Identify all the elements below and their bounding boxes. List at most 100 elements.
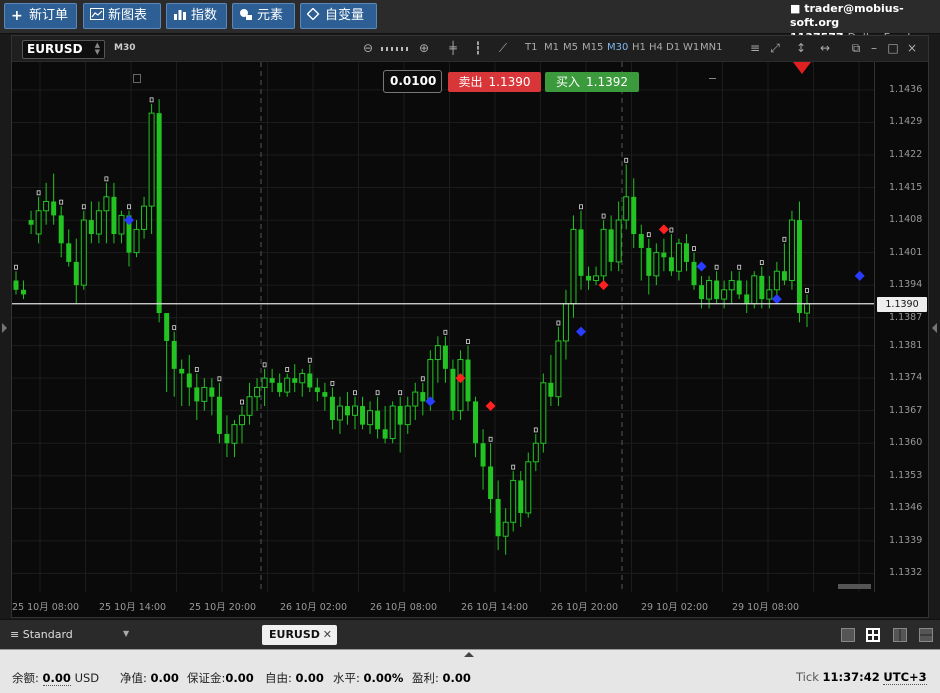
variables-button[interactable]: 自变量 xyxy=(300,3,377,29)
candle-body-bear xyxy=(179,368,185,374)
high-marker xyxy=(624,157,629,163)
high-marker xyxy=(262,362,267,368)
chart-properties-icon[interactable]: ≡ xyxy=(748,41,762,55)
candle-body-bull xyxy=(148,112,155,207)
free-margin: 自由: 0.00 xyxy=(265,671,324,685)
candle-body-bull xyxy=(788,219,795,282)
layout-columns-icon[interactable] xyxy=(893,628,907,642)
symbol-selector[interactable]: EURUSD ▲ ▼ xyxy=(22,40,105,59)
candle-body-bear xyxy=(88,220,94,235)
high-marker xyxy=(353,390,357,396)
main-toolbar: + 新订单 新图表 指数 元素 自变量 ■ trader@mobius-soft.… xyxy=(0,0,940,44)
candle-body-bull xyxy=(532,442,539,463)
timeframe-m30[interactable]: M30 xyxy=(607,42,628,53)
horizontal-line-icon[interactable]: ↔ xyxy=(818,41,832,55)
user-icon: ■ xyxy=(790,2,801,15)
zoom-slider[interactable] xyxy=(381,47,411,51)
trendline-icon[interactable]: ⤢ xyxy=(768,41,782,55)
candle-body-bull xyxy=(766,289,773,300)
candle-body-bear xyxy=(759,275,765,300)
timeframe-h4[interactable]: H4 xyxy=(649,42,663,53)
candle-body-bear xyxy=(744,294,750,304)
time-tick: 26 10月 14:00 xyxy=(461,602,529,613)
candle-body-bear xyxy=(344,406,350,416)
buy-button[interactable]: 买入 1.1392 xyxy=(545,72,639,92)
time-tick: 26 10月 20:00 xyxy=(551,602,619,613)
right-panel-arrow-icon[interactable] xyxy=(932,323,937,333)
new-chart-button[interactable]: 新图表 xyxy=(83,3,161,29)
close-tab-icon[interactable]: ✕ xyxy=(323,625,332,645)
high-marker xyxy=(443,329,448,335)
time-axis[interactable]: 25 10月 08:00 25 10月 14:00 25 10月 20:00 26 1… xyxy=(12,592,928,618)
vertical-line-icon[interactable]: ↕ xyxy=(794,41,808,55)
candle-type-icon[interactable]: ┇ xyxy=(471,41,485,55)
chart-tab[interactable]: EURUSD ✕ xyxy=(262,625,337,645)
minimize-icon[interactable]: – xyxy=(867,41,881,55)
zoom-out-icon[interactable]: ⊖ xyxy=(361,41,375,55)
timeframe-h1[interactable]: H1 xyxy=(632,42,646,53)
candle-body-bull xyxy=(261,377,268,388)
layout-grid-icon[interactable] xyxy=(866,628,880,642)
price-plot[interactable] xyxy=(12,62,874,592)
candle-body-bull xyxy=(653,252,660,277)
timeframe-t1[interactable]: T1 xyxy=(525,42,537,53)
indicators-button[interactable]: 指数 xyxy=(166,3,227,29)
candle-body-bull xyxy=(593,275,600,282)
collapse-dash-icon[interactable] xyxy=(709,78,716,79)
lot-size-input[interactable]: 0.0100 xyxy=(383,70,442,93)
candle-body-bull xyxy=(525,461,532,514)
price-tick: 1.1415 xyxy=(889,181,923,193)
high-marker xyxy=(579,204,583,210)
timeframe-m15[interactable]: M15 xyxy=(582,42,603,53)
candle-body-bull xyxy=(43,200,50,212)
timeframe-mn1[interactable]: MN1 xyxy=(700,42,722,53)
price-tick: 1.1429 xyxy=(889,116,923,128)
candle-body-bear xyxy=(781,271,787,281)
high-marker xyxy=(714,264,719,270)
chevron-down-icon: ▼ xyxy=(123,629,130,638)
left-panel-arrow-icon[interactable] xyxy=(2,323,7,333)
sell-button[interactable]: 卖出 1.1390 xyxy=(448,72,541,92)
buy-signal-marker xyxy=(124,215,134,226)
layout-single-icon[interactable] xyxy=(841,628,855,642)
candle-body-bear xyxy=(375,410,381,430)
time-tick: 29 10月 02:00 xyxy=(641,602,709,613)
zoom-in-icon[interactable]: ⊕ xyxy=(417,41,431,55)
candle-body-bear xyxy=(164,313,170,341)
high-marker xyxy=(330,381,335,386)
line-type-icon[interactable]: ⟋ xyxy=(496,41,510,55)
current-price-label: 1.1390 xyxy=(877,296,927,312)
candle-body-bear xyxy=(73,261,79,286)
layout-rows-icon[interactable] xyxy=(919,628,933,642)
detach-window-icon[interactable]: ⧉ xyxy=(849,41,863,55)
close-icon[interactable]: × xyxy=(905,41,919,55)
candle-body-bull xyxy=(728,280,735,291)
timeframe-m1[interactable]: M1 xyxy=(544,42,559,53)
workspace-selector[interactable]: ≡ Standard ▼ xyxy=(10,628,129,641)
candle-body-bear xyxy=(209,387,215,397)
timezone-selector[interactable]: UTC+3 xyxy=(883,670,927,685)
plus-icon: + xyxy=(11,8,23,24)
price-tick: 1.1408 xyxy=(889,214,923,226)
price-axis[interactable]: 1.1436 1.1429 1.1422 1.1415 1.1408 1.1401 1.13… xyxy=(874,62,928,592)
high-marker xyxy=(398,390,403,396)
candle-body-bear xyxy=(586,275,592,281)
high-marker xyxy=(420,376,425,382)
timeframe-w1[interactable]: W1 xyxy=(683,42,699,53)
timeframe-d1[interactable]: D1 xyxy=(666,42,680,53)
status-collapse-icon[interactable] xyxy=(464,652,474,657)
high-marker xyxy=(217,376,222,382)
expand-toggle-icon[interactable] xyxy=(133,74,141,83)
high-marker xyxy=(737,264,742,270)
timeframe-m5[interactable]: M5 xyxy=(563,42,578,53)
alert-marker-icon xyxy=(793,62,811,74)
time-tick: 26 10月 02:00 xyxy=(280,602,348,613)
elements-button[interactable]: 元素 xyxy=(232,3,295,29)
bar-type-icon[interactable]: ╪ xyxy=(446,41,460,55)
balance: 余额: 0.00 USD xyxy=(12,671,100,686)
chart-window: EURUSD ▲ ▼ M30 ⊖ ⊕ ╪ ┇ ⟋ T1 M1 M5 M15 M30 H1 H4 D… xyxy=(11,35,929,618)
maximize-icon[interactable]: □ xyxy=(886,41,900,55)
candle-body-bear xyxy=(292,378,298,383)
candle-body-bear xyxy=(51,201,57,216)
new-order-button[interactable]: + 新订单 xyxy=(4,3,77,29)
